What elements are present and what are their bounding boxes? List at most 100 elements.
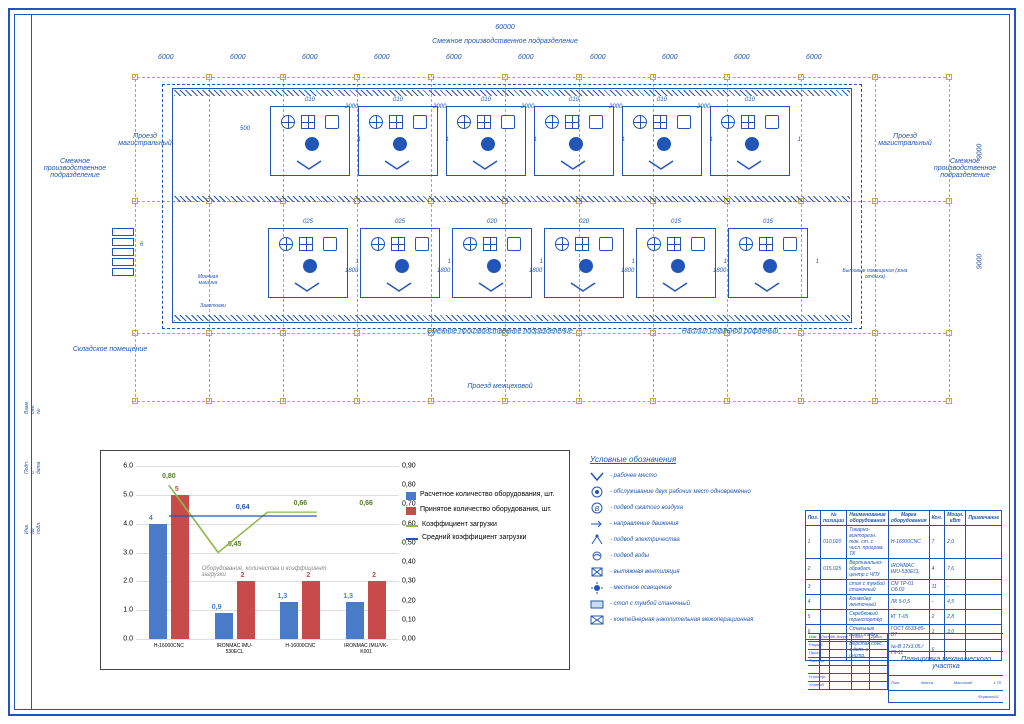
- symbol-row: - вытяжная вентиляция: [590, 566, 790, 578]
- legend-item: Принятое количество оборудования, шт.: [406, 506, 561, 515]
- workplace-icon: [647, 159, 675, 171]
- tb-grid-cell: [870, 674, 888, 681]
- y-left-tick: 1.0: [123, 607, 136, 614]
- drawing-title: Планировка механического участка: [889, 652, 1003, 676]
- bar-accepted: [237, 581, 255, 639]
- tb-grid-cell: [830, 642, 852, 649]
- tb-grid-cell: № докум.: [830, 634, 852, 641]
- line-label: 0,80: [157, 473, 181, 480]
- vent-icon: [501, 115, 515, 129]
- table-cell: [966, 526, 1002, 559]
- table-cell: ЛК 5-0,5: [888, 595, 929, 610]
- tb-grid-cell: Разраб.: [808, 642, 820, 649]
- x-cat: H-16000CNC: [144, 639, 194, 649]
- symbol-label: - вытяжная вентиляция: [610, 569, 680, 575]
- y-left-tick: 3.0: [123, 549, 136, 556]
- machine-cell: 010 1: [358, 106, 438, 176]
- lighting-icon: [745, 137, 759, 151]
- workplace-icon: [559, 159, 587, 171]
- label-smej-left: Смежное производственное подразделение: [40, 158, 110, 179]
- title-block-grid: Изм.Лист№ докум.Подп.ДатаРазраб.Пров.Т.к…: [808, 634, 888, 703]
- elec-icon: [741, 115, 755, 129]
- vent-icon: [325, 115, 339, 129]
- vent-icon: [765, 115, 779, 129]
- table-header: № позиции: [821, 511, 847, 526]
- table-cell: [966, 559, 1002, 580]
- bar-accepted: [171, 495, 189, 639]
- symbol-icon: [590, 534, 604, 546]
- bay-dim: 6000: [662, 54, 678, 61]
- legend-item: Коэффициент загрузки: [406, 521, 561, 528]
- tb-grid-cell: [870, 658, 888, 665]
- title-block-meta: Лит. Масса Масштаб 1:75: [889, 676, 1003, 691]
- elec-icon: [575, 237, 589, 251]
- air-icon: [279, 237, 293, 251]
- machine-cell: 025 1: [268, 228, 348, 298]
- y-left-tick: 4.0: [123, 520, 136, 527]
- tb-grid-cell: [870, 650, 888, 657]
- bar-label: 1,3: [338, 593, 358, 600]
- table-header: Кол.: [929, 511, 944, 526]
- dim-1800: 1800: [713, 268, 726, 274]
- hatch-mid: [174, 196, 850, 202]
- table-cell: [966, 580, 1002, 595]
- symbol-icon: [590, 614, 604, 626]
- air-icon: [545, 115, 559, 129]
- bay-dim: 6000: [302, 54, 318, 61]
- symbol-label: - направление движения: [610, 521, 679, 527]
- elec-icon: [667, 237, 681, 251]
- table-cell: Токарно-винторезн. ток. ст. с числ. прог…: [847, 526, 889, 559]
- y-right-tick: 0,30: [399, 578, 416, 585]
- bar-label: 0,9: [207, 604, 227, 611]
- machine-id: 020: [579, 219, 589, 225]
- table-cell: 4: [929, 559, 944, 580]
- tb-grid-cell: Н.контр.: [808, 674, 820, 681]
- table-cell: 010,020: [821, 526, 847, 559]
- dim-2000: 2000: [521, 104, 534, 110]
- elec-icon: [483, 237, 497, 251]
- dim-9000-1: 9000: [977, 144, 984, 160]
- label-proezd-mezh: Проезд межцеховой: [350, 383, 650, 390]
- bay-dim: 6000: [590, 54, 606, 61]
- symbol-row: - стол с тумбой станочный: [590, 598, 790, 610]
- air-icon: [457, 115, 471, 129]
- table-cell: 2: [929, 610, 944, 625]
- tb-grid-cell: [820, 682, 830, 689]
- symbol-label: - подвод сжатого воздуха: [610, 505, 683, 511]
- hatch-top: [174, 90, 850, 96]
- tb-grid-row: Т.контр.: [808, 658, 888, 666]
- vent-icon: [691, 237, 705, 251]
- table-cell: -: [929, 595, 944, 610]
- bay-dim: 6000: [446, 54, 462, 61]
- lighting-icon: [395, 259, 409, 273]
- vent-icon: [507, 237, 521, 251]
- table-row: 5Скребковый транспортёрКГ Т-0522,8: [805, 610, 1001, 625]
- table-cell: 11: [929, 580, 944, 595]
- tb-grid-cell: [830, 674, 852, 681]
- symbol-icon: [590, 598, 604, 610]
- tb-grid-cell: [870, 666, 888, 673]
- workplace-icon: [295, 159, 323, 171]
- tb-grid-cell: [852, 674, 870, 681]
- symbol-icon: [590, 470, 604, 482]
- air-icon: [281, 115, 295, 129]
- margin-text-1: Инв. № подл.: [24, 522, 42, 535]
- table-row: 4Конвейер ленточныйЛК 5-0,5-4,5: [805, 595, 1001, 610]
- grid-line-v: [875, 74, 876, 402]
- table-row: 1010,020Токарно-винторезн. ток. ст. с чи…: [805, 526, 1001, 559]
- symbol-icon: [590, 566, 604, 578]
- symbol-icon: [590, 518, 604, 530]
- workplace-icon: [661, 281, 689, 293]
- lighting-icon: [481, 137, 495, 151]
- elec-icon: [565, 115, 579, 129]
- tb-grid-cell: Утверд.: [808, 682, 820, 689]
- air-icon: [647, 237, 661, 251]
- lighting-icon: [305, 137, 319, 151]
- machine-cell: 015 1: [636, 228, 716, 298]
- lighting-icon: [671, 259, 685, 273]
- table-cell: 7,6: [945, 559, 966, 580]
- bay-dim: 6000: [158, 54, 174, 61]
- tb-grid-cell: Т.контр.: [808, 658, 820, 665]
- elec-icon: [759, 237, 773, 251]
- bay-dim: 6000: [806, 54, 822, 61]
